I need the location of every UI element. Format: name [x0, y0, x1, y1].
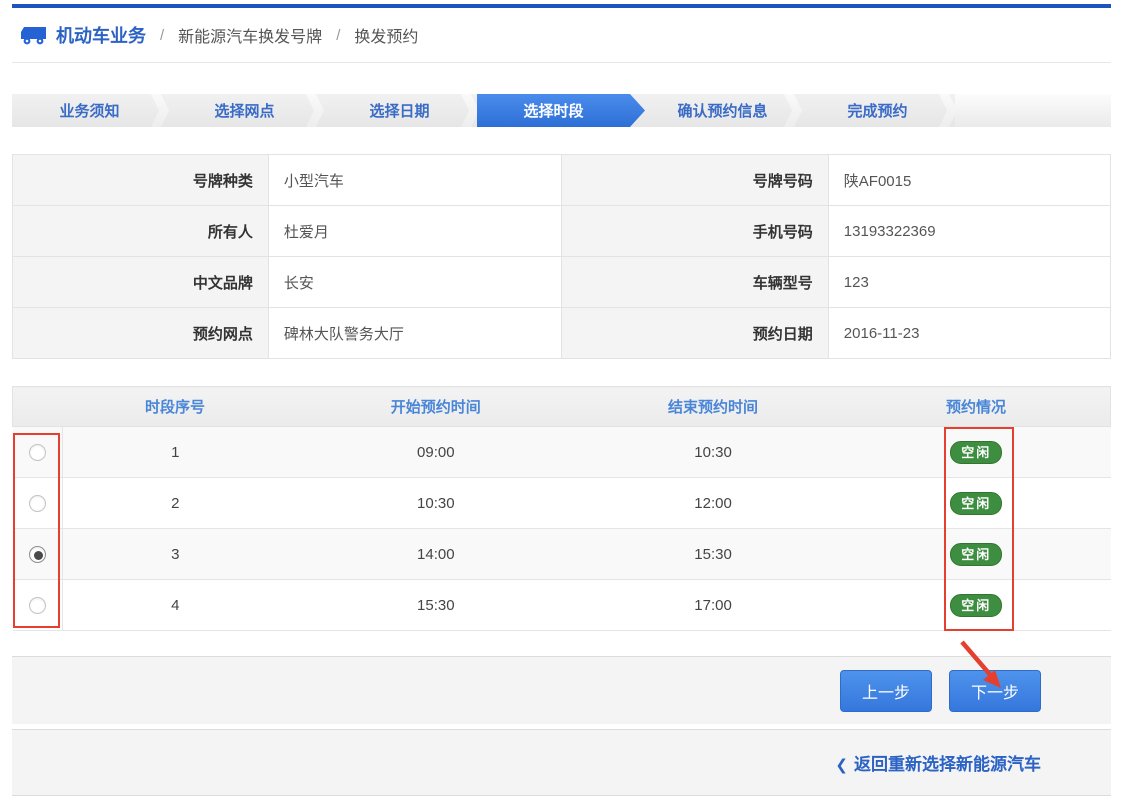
info-row: 预约网点 碑林大队警务大厅 预约日期 2016-11-23: [13, 308, 1111, 359]
brand-label: 中文品牌: [13, 257, 269, 308]
footer-bar: ❮ 返回重新选择新能源汽车: [12, 729, 1111, 796]
info-row: 所有人 杜爱月 手机号码 13193322369: [13, 206, 1111, 257]
timeslot-radio-3[interactable]: [29, 546, 46, 563]
step-finish[interactable]: 完成预约: [800, 94, 955, 127]
timeslot-end: 10:30: [584, 427, 842, 478]
breadcrumb-item-current: 换发预约: [354, 23, 418, 47]
timeslot-end: 12:00: [584, 478, 842, 529]
step-label: 选择网点: [214, 100, 274, 121]
timeslot-table: 时段序号 开始预约时间 结束预约时间 预约情况 1 09:00 10:30 空闲…: [12, 386, 1111, 631]
chevron-separator-icon: [939, 94, 957, 127]
step-label: 完成预约: [847, 100, 907, 121]
status-badge-free: 空闲: [950, 492, 1002, 515]
back-link-label: 返回重新选择新能源汽车: [854, 755, 1041, 774]
timeslot-row-3: 3 14:00 15:30 空闲: [13, 529, 1111, 580]
step-label: 确认预约信息: [677, 100, 767, 121]
owner-label: 所有人: [13, 206, 269, 257]
plate-number-value: 陕AF0015: [828, 155, 1110, 206]
truck-icon: [20, 25, 47, 45]
breadcrumb-item-service[interactable]: 新能源汽车换发号牌: [178, 23, 322, 47]
next-step-button[interactable]: 下一步: [949, 670, 1041, 712]
date-value: 2016-11-23: [828, 308, 1110, 359]
actions-bar: 上一步 下一步: [12, 656, 1111, 724]
timeslot-row-4: 4 15:30 17:00 空闲: [13, 580, 1111, 631]
step-wizard: 业务须知 选择网点 选择日期 选择时段 确认预约信息 完成预约: [12, 94, 1111, 127]
plate-number-label: 号牌号码: [561, 155, 828, 206]
model-value: 123: [828, 257, 1110, 308]
branch-value: 碑林大队警务大厅: [268, 308, 561, 359]
breadcrumb-section-title: 机动车业务: [56, 22, 146, 48]
start-header: 开始预约时间: [288, 387, 584, 427]
radio-column-header: [13, 387, 63, 427]
timeslot-start: 10:30: [288, 478, 584, 529]
timeslot-end: 15:30: [584, 529, 842, 580]
seq-header: 时段序号: [63, 387, 288, 427]
step-select-branch[interactable]: 选择网点: [167, 94, 322, 127]
timeslot-row-2: 2 10:30 12:00 空闲: [13, 478, 1111, 529]
step-select-timeslot[interactable]: 选择时段: [477, 94, 645, 127]
timeslot-radio-1[interactable]: [29, 444, 46, 461]
breadcrumb-separator: /: [160, 27, 164, 44]
info-row: 中文品牌 长安 车辆型号 123: [13, 257, 1111, 308]
timeslot-row-1: 1 09:00 10:30 空闲: [13, 427, 1111, 478]
timeslot-start: 09:00: [288, 427, 584, 478]
phone-label: 手机号码: [561, 206, 828, 257]
step-bar-filler: [955, 94, 1111, 127]
owner-value: 杜爱月: [268, 206, 561, 257]
info-row: 号牌种类 小型汽车 号牌号码 陕AF0015: [13, 155, 1111, 206]
timeslot-radio-4[interactable]: [29, 597, 46, 614]
reservation-page: 机动车业务 / 新能源汽车换发号牌 / 换发预约 业务须知 选择网点 选择日期 …: [0, 4, 1123, 805]
date-label: 预约日期: [561, 308, 828, 359]
status-badge-free: 空闲: [950, 441, 1002, 464]
step-business-notice[interactable]: 业务须知: [12, 94, 167, 127]
vehicle-info-table: 号牌种类 小型汽车 号牌号码 陕AF0015 所有人 杜爱月 手机号码 1319…: [12, 154, 1111, 359]
timeslot-seq: 3: [63, 529, 288, 580]
model-label: 车辆型号: [561, 257, 828, 308]
status-badge-free: 空闲: [950, 543, 1002, 566]
timeslot-seq: 1: [63, 427, 288, 478]
breadcrumb-separator: /: [336, 27, 340, 44]
phone-value: 13193322369: [828, 206, 1110, 257]
timeslot-start: 15:30: [288, 580, 584, 631]
status-badge-free: 空闲: [950, 594, 1002, 617]
plate-type-label: 号牌种类: [13, 155, 269, 206]
timeslot-radio-2[interactable]: [29, 495, 46, 512]
brand-value: 长安: [268, 257, 561, 308]
back-to-vehicle-select-link[interactable]: ❮ 返回重新选择新能源汽车: [835, 750, 1041, 775]
timeslot-seq: 4: [63, 580, 288, 631]
branch-label: 预约网点: [13, 308, 269, 359]
timeslot-end: 17:00: [584, 580, 842, 631]
step-confirm-info[interactable]: 确认预约信息: [645, 94, 800, 127]
plate-type-value: 小型汽车: [268, 155, 561, 206]
step-label: 选择日期: [369, 100, 429, 121]
chevron-left-icon: ❮: [835, 757, 848, 774]
timeslot-start: 14:00: [288, 529, 584, 580]
timeslot-header-row: 时段序号 开始预约时间 结束预约时间 预约情况: [13, 387, 1111, 427]
timeslot-seq: 2: [63, 478, 288, 529]
step-label: 选择时段: [523, 100, 583, 121]
chevron-separator-icon: [461, 94, 479, 127]
end-header: 结束预约时间: [584, 387, 842, 427]
status-header: 预约情况: [842, 387, 1110, 427]
previous-step-button[interactable]: 上一步: [840, 670, 932, 712]
step-select-date[interactable]: 选择日期: [322, 94, 477, 127]
step-label: 业务须知: [59, 100, 119, 121]
breadcrumb: 机动车业务 / 新能源汽车换发号牌 / 换发预约: [12, 8, 1111, 63]
